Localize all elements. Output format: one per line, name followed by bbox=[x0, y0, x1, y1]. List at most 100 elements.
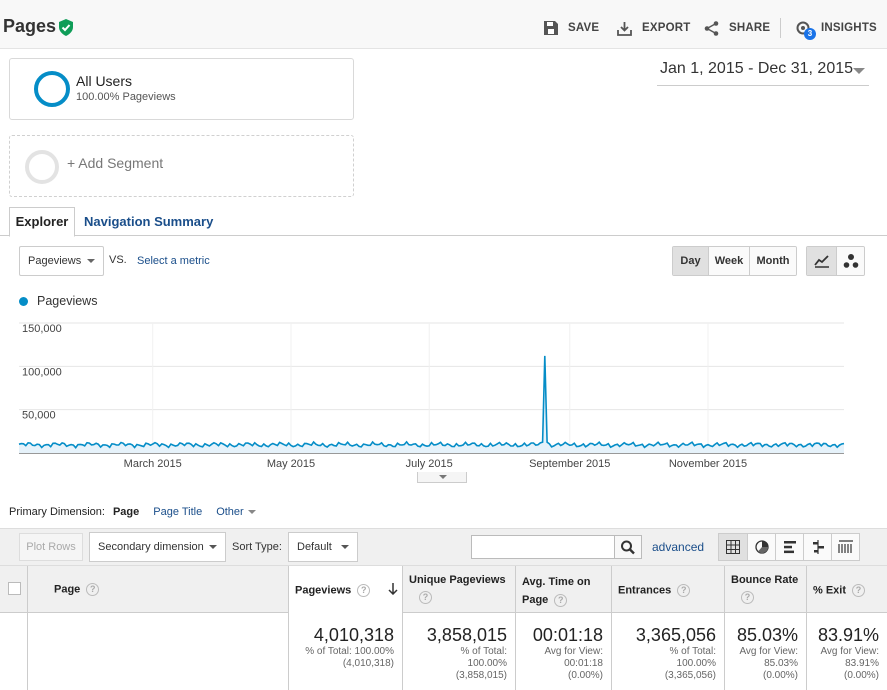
week-button[interactable]: Week bbox=[708, 247, 749, 275]
total-sub: % of Total: bbox=[460, 646, 507, 657]
header-divider bbox=[780, 18, 781, 38]
total-sub: 00:01:18 bbox=[564, 658, 603, 669]
table-header: Page? Pageviews? Unique Pageviews? Avg. … bbox=[0, 566, 887, 613]
verified-shield-icon bbox=[59, 19, 73, 36]
sort-type-value: Default bbox=[297, 541, 332, 553]
secondary-dimension-select[interactable]: Secondary dimension bbox=[89, 532, 226, 562]
chevron-down-icon bbox=[209, 545, 217, 549]
total-sub: Avg for View: bbox=[820, 646, 879, 657]
help-icon[interactable]: ? bbox=[419, 591, 432, 604]
table-search-input[interactable] bbox=[471, 535, 615, 559]
sort-type-select[interactable]: Default bbox=[288, 532, 358, 562]
segment-sub: 100.00% Pageviews bbox=[76, 91, 176, 103]
column-unique-pageviews[interactable]: Unique Pageviews? bbox=[402, 566, 515, 613]
help-icon[interactable]: ? bbox=[852, 584, 866, 597]
total-sub: % of Total: bbox=[669, 646, 716, 657]
motion-chart-button[interactable] bbox=[836, 247, 864, 275]
segment-name: All Users bbox=[76, 73, 133, 89]
segment-all-users[interactable]: All Users 100.00% Pageviews bbox=[9, 58, 354, 120]
total-value: 83.91% bbox=[817, 625, 879, 645]
primary-dimension-page-title[interactable]: Page Title bbox=[153, 506, 202, 518]
performance-view-button[interactable] bbox=[775, 534, 803, 560]
x-tick-label: November 2015 bbox=[669, 458, 747, 470]
comparison-view-button[interactable] bbox=[803, 534, 831, 560]
line-chart-button[interactable] bbox=[807, 247, 836, 275]
metric-select-value: Pageviews bbox=[28, 255, 82, 267]
pivot-view-button[interactable] bbox=[831, 534, 859, 560]
insights-badge: 3 bbox=[804, 28, 816, 40]
export-label: EXPORT bbox=[642, 22, 691, 34]
total-sub: 85.03% bbox=[764, 658, 798, 669]
chart-type-toggle bbox=[806, 246, 865, 276]
help-icon[interactable]: ? bbox=[741, 591, 754, 604]
date-range-label: Jan 1, 2015 - Dec 31, 2015 bbox=[660, 60, 854, 77]
help-icon[interactable]: ? bbox=[86, 583, 100, 596]
x-tick-label: July 2015 bbox=[406, 458, 453, 470]
column-exit-label: % Exit bbox=[813, 584, 847, 597]
help-icon[interactable]: ? bbox=[554, 593, 568, 607]
other-label: Other bbox=[216, 506, 244, 518]
report-header: Pages SAVE EXPORT SHARE INSIGHTS 3 bbox=[0, 0, 887, 49]
bubble-chart-icon bbox=[843, 254, 858, 268]
search-button[interactable] bbox=[614, 535, 642, 559]
help-icon[interactable]: ? bbox=[677, 584, 691, 597]
chevron-down-icon bbox=[439, 475, 447, 479]
column-entrances[interactable]: Entrances? bbox=[611, 566, 724, 613]
totals-bounce-rate-cell: 85.03% Avg for View: 85.03% (0.00%) bbox=[724, 613, 806, 690]
tab-explorer[interactable]: Explorer bbox=[9, 207, 75, 237]
data-view-button[interactable] bbox=[719, 534, 747, 560]
metric-select[interactable]: Pageviews bbox=[19, 246, 104, 276]
total-sub: 100.00% bbox=[467, 658, 507, 669]
export-button[interactable]: EXPORT bbox=[617, 18, 691, 38]
totals-entrances-cell: 3,365,056 % of Total: 100.00% (3,365,056… bbox=[611, 613, 724, 690]
share-icon bbox=[704, 20, 719, 36]
export-icon bbox=[617, 21, 632, 36]
segment-ring-icon bbox=[34, 71, 70, 107]
advanced-filter-link[interactable]: advanced bbox=[652, 540, 704, 554]
total-sub: % of Total: 100.00% bbox=[305, 646, 394, 657]
share-label: SHARE bbox=[729, 22, 771, 34]
series-line-pageviews bbox=[18, 355, 845, 449]
total-sub: Avg for View: bbox=[739, 646, 798, 657]
column-page-label: Page bbox=[54, 583, 81, 596]
chevron-down-icon bbox=[341, 545, 349, 549]
column-pageviews-label: Pageviews bbox=[295, 584, 352, 597]
total-sub: (0.00%) bbox=[843, 670, 879, 681]
column-avg-time-on-page[interactable]: Avg. Time on Page? bbox=[515, 566, 611, 613]
help-icon[interactable]: ? bbox=[357, 584, 371, 597]
share-button[interactable]: SHARE bbox=[704, 18, 770, 38]
save-icon bbox=[544, 21, 558, 35]
x-tick-label: March 2015 bbox=[124, 458, 182, 470]
total-value: 00:01:18 bbox=[532, 625, 603, 645]
table-toolbar: Plot Rows Secondary dimension Sort Type:… bbox=[0, 528, 887, 566]
total-sub: (4,010,318) bbox=[342, 658, 394, 669]
comparison-icon bbox=[812, 540, 824, 554]
select-all-checkbox[interactable] bbox=[8, 582, 21, 595]
plot-rows-button[interactable]: Plot Rows bbox=[19, 533, 83, 561]
sort-descending-arrow-icon bbox=[388, 583, 398, 595]
primary-dimension-page: Page bbox=[112, 506, 140, 518]
primary-dimension-other[interactable]: Other bbox=[216, 506, 256, 518]
sort-type-label: Sort Type: bbox=[232, 541, 282, 553]
percentage-view-button[interactable] bbox=[747, 534, 775, 560]
day-button[interactable]: Day bbox=[673, 247, 708, 275]
x-tick-label: September 2015 bbox=[529, 458, 610, 470]
tab-navigation-summary[interactable]: Navigation Summary bbox=[84, 214, 213, 229]
chart-collapse-handle[interactable] bbox=[417, 472, 467, 483]
totals-page-cell bbox=[27, 613, 288, 690]
search-icon bbox=[621, 540, 635, 555]
total-value: 3,858,015 bbox=[426, 625, 507, 645]
column-exit[interactable]: % Exit? bbox=[806, 566, 887, 613]
page-title: Pages bbox=[3, 16, 57, 36]
total-sub: 100.00% bbox=[676, 658, 716, 669]
column-page[interactable]: Page? bbox=[27, 566, 288, 613]
total-value: 3,365,056 bbox=[635, 625, 716, 645]
add-segment-button[interactable]: + Add Segment bbox=[9, 135, 354, 197]
select-metric-link[interactable]: Select a metric bbox=[137, 255, 210, 267]
date-range-picker[interactable]: Jan 1, 2015 - Dec 31, 2015 bbox=[657, 60, 869, 86]
month-button[interactable]: Month bbox=[749, 247, 796, 275]
column-pageviews[interactable]: Pageviews? bbox=[288, 566, 402, 613]
save-button[interactable]: SAVE bbox=[544, 18, 599, 38]
totals-exit-cell: 83.91% Avg for View: 83.91% (0.00%) bbox=[806, 613, 887, 690]
column-bounce-rate[interactable]: Bounce Rate? bbox=[724, 566, 806, 613]
